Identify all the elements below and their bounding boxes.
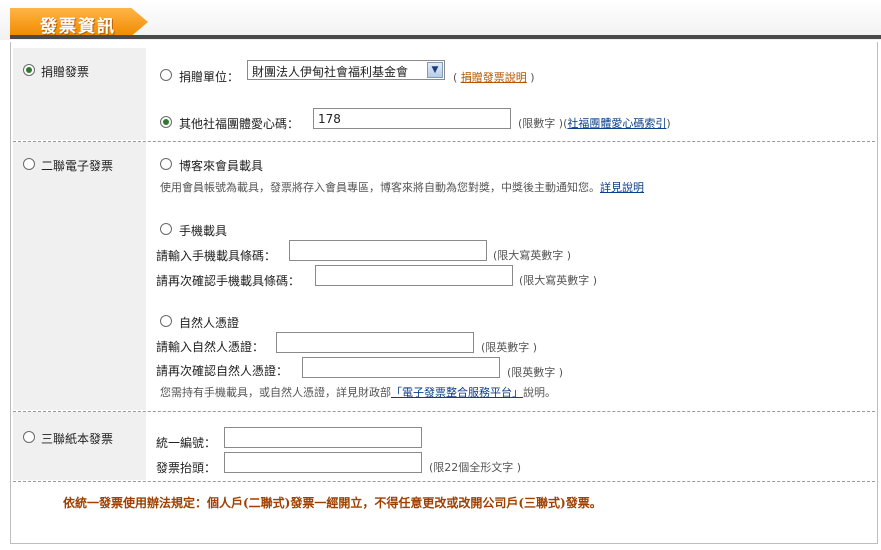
e-invoice-label: 二聯電子發票: [41, 159, 114, 173]
donate-help-wrapper: ( 捐贈發票說明 ): [453, 71, 535, 84]
e-invoice-platform-link[interactable]: 「電子發票整合服務平台」: [391, 386, 523, 399]
paper-invoice-radio[interactable]: [23, 431, 35, 443]
citizen-cert-hint: (限英數字 ): [481, 341, 538, 354]
section-header: 發票資訊: [0, 0, 881, 40]
love-code-input[interactable]: [313, 108, 511, 129]
mobile-barcode-confirm-label: 請再次確認手機載具條碼：: [156, 274, 301, 288]
other-charity-label: 其他社福團體愛心碼：: [179, 117, 300, 131]
carrier-note: 您需持有手機載具，或自然人憑證，詳見財政部「電子發票整合服務平台」說明。: [160, 384, 556, 400]
section-title: 發票資訊: [40, 17, 116, 37]
e-invoice-radio[interactable]: [23, 158, 35, 170]
citizen-cert-confirm-hint: (限英數字 ): [507, 366, 564, 379]
donate-invoice-radio[interactable]: [23, 64, 35, 76]
love-code-index-link[interactable]: 社福團體愛心碼索引: [567, 117, 666, 130]
invoice-title-input[interactable]: [224, 452, 422, 473]
donate-unit-selected: 財團法人伊甸社會福利基金會: [252, 65, 409, 79]
donate-unit-radio[interactable]: [160, 69, 172, 81]
donate-help-link[interactable]: 捐贈發票說明: [461, 71, 527, 84]
invoice-title-label: 發票抬頭：: [156, 461, 217, 475]
carrier-note-suffix: 說明。: [523, 386, 556, 399]
tax-id-label: 統一編號：: [156, 436, 217, 450]
e-invoice-section: 二聯電子發票 博客來會員載具 使用會員帳號為載具，發票將存入會員專區，博客來將自…: [13, 142, 875, 410]
carrier-note-prefix: 您需持有手機載具，或自然人憑證，詳見財政部: [160, 386, 391, 399]
invoice-title-hint: (限22個全形文字 ): [429, 461, 522, 474]
mobile-carrier-label: 手機載具: [179, 224, 228, 238]
donate-unit-select[interactable]: 財團法人伊甸社會福利基金會 ▼: [247, 60, 445, 80]
paper-invoice-section: 三聯紙本發票 統一編號： 發票抬頭： (限22個全形文字 ): [13, 412, 875, 480]
donate-invoice-label: 捐贈發票: [41, 65, 90, 79]
other-charity-radio[interactable]: [160, 116, 172, 128]
mobile-barcode-confirm-hint: (限大寫英數字 ): [519, 274, 598, 287]
love-code-hint: (限數字 )(社福團體愛心碼索引): [518, 115, 671, 131]
donate-section: 捐贈發票 捐贈單位： 財團法人伊甸社會福利基金會 ▼ ( 捐贈發票說明 ) 其他…: [13, 48, 875, 140]
donate-option-cell: [13, 48, 146, 140]
member-carrier-radio[interactable]: [160, 158, 172, 170]
header-divider: [10, 35, 881, 39]
mobile-barcode-confirm-input[interactable]: [315, 265, 513, 286]
member-carrier-label: 博客來會員載具: [179, 159, 264, 173]
mobile-barcode-label: 請輸入手機載具條碼：: [156, 249, 277, 263]
mobile-barcode-input[interactable]: [289, 240, 487, 261]
member-carrier-details-link[interactable]: 詳見說明: [600, 181, 644, 194]
section-title-tab: 發票資訊: [10, 8, 148, 37]
citizen-cert-label: 自然人憑證: [179, 316, 240, 330]
invoice-panel: 捐贈發票 捐贈單位： 財團法人伊甸社會福利基金會 ▼ ( 捐贈發票說明 ) 其他…: [10, 42, 878, 544]
mobile-carrier-radio[interactable]: [160, 223, 172, 235]
member-carrier-desc-line: 使用會員帳號為載具，發票將存入會員專區，博客來將自動為您對獎，中獎後主動通知您。…: [160, 179, 644, 195]
citizen-cert-radio[interactable]: [160, 315, 172, 327]
mobile-barcode-hint: (限大寫英數字 ): [493, 249, 572, 262]
chevron-down-icon[interactable]: ▼: [427, 62, 443, 78]
paper-invoice-label: 三聯紙本發票: [41, 432, 114, 446]
love-code-hint-end: ): [666, 117, 671, 130]
citizen-cert-confirm-label: 請再次確認自然人憑證：: [156, 364, 289, 378]
member-carrier-desc: 使用會員帳號為載具，發票將存入會員專區，博客來將自動為您對獎，中獎後主動通知您。: [160, 181, 600, 194]
donate-unit-label: 捐贈單位：: [179, 70, 240, 84]
invoice-rule-notice: 依統一發票使用辦法規定：個人戶(二聯式)發票一經開立，不得任意更改或改開公司戶(…: [63, 496, 602, 510]
love-code-hint-text: (限數字 )(: [518, 117, 568, 130]
divider: [13, 481, 875, 482]
citizen-cert-input[interactable]: [276, 332, 474, 353]
tax-id-input[interactable]: [224, 427, 422, 448]
citizen-cert-confirm-input[interactable]: [302, 357, 500, 378]
e-invoice-option-cell: [13, 142, 146, 410]
citizen-cert-input-label: 請輸入自然人憑證：: [156, 340, 265, 354]
